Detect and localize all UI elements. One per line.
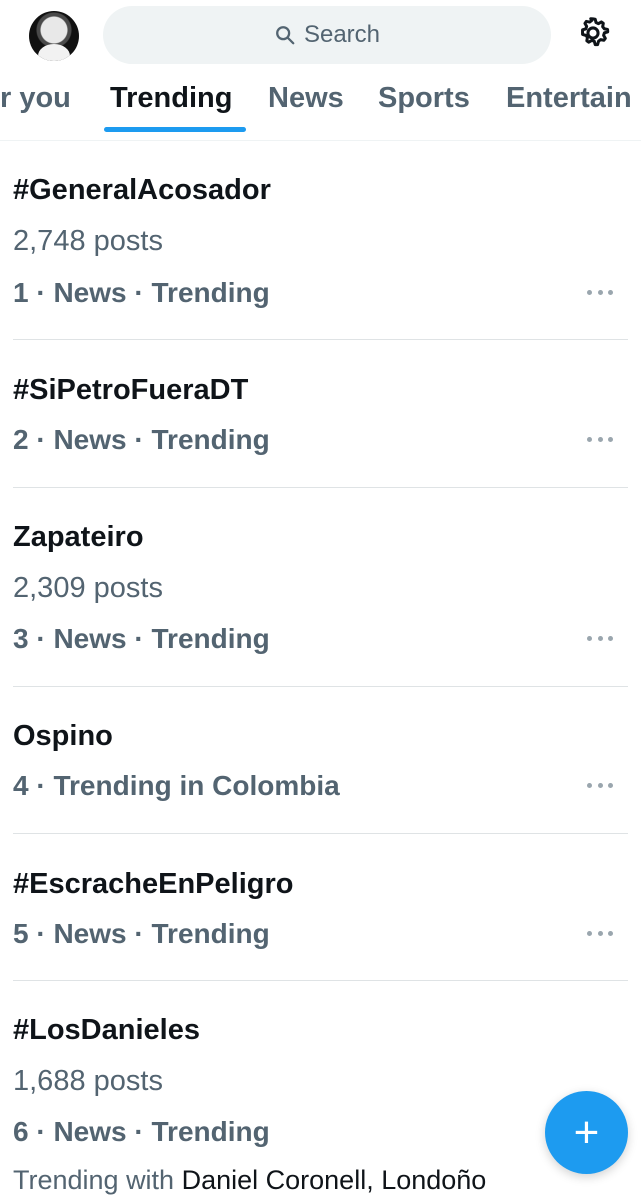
trend-meta: 2 · News · Trending: [13, 424, 270, 455]
trending-with-prefix: Trending with: [13, 1165, 182, 1195]
trend-meta: 6 · News · Trending: [13, 1116, 270, 1147]
top-header: Search: [0, 0, 641, 70]
more-options-icon[interactable]: [587, 435, 613, 443]
divider: [13, 686, 628, 687]
trend-meta: 3 · News · Trending: [13, 623, 270, 654]
trend-meta: 1 · News · Trending: [13, 277, 270, 308]
tab-entertainment[interactable]: Entertain: [506, 82, 632, 115]
search-icon: [276, 26, 295, 45]
divider: [13, 339, 628, 340]
more-options-icon[interactable]: [587, 634, 613, 642]
trend-post-count: 2,748 posts: [13, 225, 163, 257]
tab-trending[interactable]: Trending: [110, 82, 232, 115]
compose-post-button[interactable]: +: [545, 1091, 628, 1174]
trending-with-names[interactable]: Daniel Coronell, Londoño: [182, 1165, 487, 1195]
search-bar[interactable]: Search: [103, 6, 551, 64]
more-options-icon[interactable]: [587, 929, 613, 937]
trend-title: #LosDanieles: [13, 1014, 200, 1046]
divider: [13, 487, 628, 488]
trend-title: Ospino: [13, 720, 113, 752]
divider: [13, 833, 628, 834]
trend-title: #GeneralAcosador: [13, 174, 271, 206]
trend-post-count: 1,688 posts: [13, 1065, 163, 1097]
trend-title: #EscracheEnPeligro: [13, 868, 294, 900]
trend-title: Zapateiro: [13, 521, 144, 553]
active-tab-indicator: [104, 127, 246, 132]
more-options-icon[interactable]: [587, 288, 613, 296]
explore-tabs: r you Trending News Sports Entertain: [0, 70, 641, 136]
tab-sports[interactable]: Sports: [378, 82, 470, 115]
settings-gear-icon[interactable]: [574, 14, 612, 52]
search-placeholder: Search: [303, 21, 381, 48]
trending-with-text: Trending with Daniel Coronell, Londoño: [13, 1165, 486, 1196]
trend-title: #SiPetroFueraDT: [13, 374, 249, 406]
tab-for-you[interactable]: r you: [0, 82, 71, 115]
trend-post-count: 2,309 posts: [13, 572, 163, 604]
more-options-icon[interactable]: [587, 781, 613, 789]
profile-avatar[interactable]: [29, 11, 79, 61]
tabs-divider: [0, 140, 641, 141]
trend-meta: 5 · News · Trending: [13, 918, 270, 949]
trend-meta: 4 · Trending in Colombia: [13, 770, 340, 801]
tab-news[interactable]: News: [268, 82, 344, 115]
divider: [13, 980, 628, 981]
